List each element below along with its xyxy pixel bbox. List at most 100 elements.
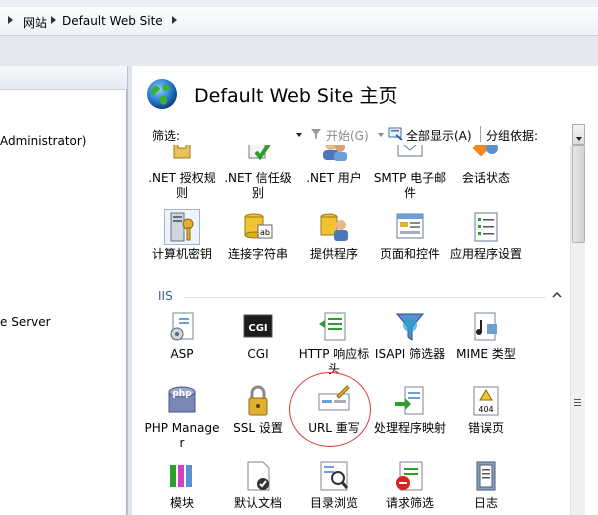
app-settings-icon	[474, 212, 498, 242]
isapi-filters-icon	[395, 313, 425, 341]
feature-item-machine-key[interactable]: 计算机密钥	[144, 209, 220, 262]
show-all-icon[interactable]	[388, 127, 404, 141]
error-code-text: 404	[478, 405, 494, 414]
feature-item-connection-strings[interactable]: ab 连接字符串	[220, 210, 296, 262]
svg-text:ab: ab	[260, 228, 270, 237]
net-users-icon	[323, 145, 347, 161]
window-title-bar	[0, 0, 598, 7]
feature-label: CGI	[247, 347, 269, 361]
feature-label: SMTP 电子邮件	[373, 171, 447, 200]
connection-strings-icon: ab	[244, 213, 273, 239]
feature-label: 错误页	[467, 421, 504, 435]
feature-item-ssl-settings[interactable]: SSL 设置	[220, 384, 296, 436]
feature-label: 计算机密钥	[151, 247, 212, 261]
breadcrumb-item-default-web-site[interactable]: Default Web Site	[62, 14, 163, 28]
feature-item-modules[interactable]: 模块	[144, 459, 220, 511]
feature-item-app-settings[interactable]: 应用程序设置	[448, 210, 524, 262]
feature-label: .NET 用户	[306, 171, 362, 185]
funnel-icon[interactable]	[310, 128, 322, 140]
connections-toolbar	[0, 66, 127, 90]
feature-item-isapi-filters[interactable]: ISAPI 筛选器	[372, 310, 448, 362]
http-response-headers-icon	[319, 312, 346, 341]
feature-label: 页面和控件	[379, 247, 440, 261]
feature-label: 应用程序设置	[449, 247, 522, 261]
feature-item-handler-mappings[interactable]: 处理程序映射	[372, 384, 448, 436]
scrollbar-grip-icon	[574, 399, 581, 406]
feature-label: .NET 信任级别	[224, 171, 292, 200]
feature-label: ISAPI 筛选器	[374, 347, 446, 361]
asp-icon	[170, 312, 194, 341]
feature-item-default-document[interactable]: 默认文档	[220, 459, 296, 511]
feature-label: SSL 设置	[233, 421, 283, 435]
filter-dropdown-icon[interactable]	[296, 133, 302, 137]
modules-icon	[170, 465, 192, 487]
start-filter-button[interactable]: 开始(G)	[326, 127, 369, 144]
feature-item-http-response-headers[interactable]: HTTP 响应标头	[296, 310, 372, 377]
feature-label: 会话状态	[461, 171, 510, 185]
feature-item-directory-browsing[interactable]: 目录浏览	[296, 459, 372, 511]
highlight-annotation	[289, 372, 371, 447]
smtp-email-icon	[397, 145, 423, 157]
pane-header-gap	[0, 36, 598, 66]
feature-item-net-authorization[interactable]: .NET 授权规则	[144, 145, 220, 201]
breadcrumb-item-sites[interactable]: 网站	[23, 14, 47, 31]
chevron-up-icon[interactable]	[552, 290, 562, 300]
pages-controls-icon	[396, 213, 424, 239]
connections-pane: Administrator) e Server	[0, 66, 127, 515]
breadcrumb-separator-icon	[8, 16, 13, 24]
features-view: Default Web Site 主页 筛选: 开始(G) 全部显示(A) 分组…	[132, 66, 598, 515]
feature-item-net-trust[interactable]: .NET 信任级别	[220, 145, 296, 201]
feature-item-error-pages[interactable]: 404 错误页	[448, 384, 524, 436]
feature-label: 目录浏览	[309, 496, 358, 510]
toolbar-separator	[480, 126, 481, 142]
feature-item-logging[interactable]: 日志	[448, 459, 524, 511]
feature-label: 模块	[169, 496, 194, 510]
section-header-iis: IIS	[158, 289, 173, 303]
tree-node-server-2[interactable]: e Server	[0, 315, 51, 329]
feature-item-pages-controls[interactable]: 页面和控件	[372, 210, 448, 262]
group-by-label: 分组依据:	[486, 129, 539, 143]
page-title: Default Web Site 主页	[194, 85, 398, 107]
feature-label: 处理程序映射	[373, 421, 446, 435]
feature-item-mime-types[interactable]: MIME 类型	[448, 310, 524, 362]
ssl-settings-icon	[248, 385, 268, 416]
logging-icon	[476, 461, 496, 491]
directory-browsing-icon	[320, 461, 349, 491]
breadcrumb-separator-icon	[51, 16, 56, 24]
feature-label: ASP	[170, 347, 194, 361]
handler-mappings-icon	[395, 386, 424, 415]
feature-label: 连接字符串	[227, 247, 288, 261]
start-dropdown-icon[interactable]	[378, 133, 384, 137]
chevron-down-icon	[576, 137, 582, 141]
filter-label: 筛选:	[152, 129, 181, 143]
feature-row-partial: .NET 授权规则 .NET 信任级别 .NET 用户 SMTP 电子邮件 会话…	[132, 145, 570, 205]
php-icon-text: php	[172, 389, 192, 399]
net-trust-icon	[248, 145, 271, 161]
features-scrollbar[interactable]	[570, 145, 585, 515]
request-filtering-icon	[396, 461, 423, 491]
feature-item-request-filtering[interactable]: 请求筛选	[372, 459, 448, 511]
feature-label: .NET 授权规则	[148, 171, 216, 200]
feature-item-net-users[interactable]: .NET 用户	[296, 145, 372, 186]
net-authorization-icon	[173, 145, 191, 159]
show-all-button[interactable]: 全部显示(A)	[406, 127, 472, 144]
feature-item-providers[interactable]: 提供程序	[296, 210, 372, 262]
feature-label: 日志	[473, 496, 498, 510]
feature-label: 请求筛选	[385, 496, 434, 510]
scrollbar-thumb[interactable]	[572, 145, 585, 243]
feature-item-asp[interactable]: ASP	[144, 310, 220, 362]
mime-types-icon	[474, 312, 497, 341]
feature-label: 默认文档	[233, 496, 282, 510]
globe-icon	[147, 79, 177, 109]
tree-node-server[interactable]: Administrator)	[0, 134, 86, 148]
machine-key-icon	[164, 209, 200, 245]
group-by-dropdown[interactable]	[572, 124, 585, 145]
feature-item-session-state[interactable]: 会话状态	[448, 145, 524, 186]
feature-item-smtp-email[interactable]: SMTP 电子邮件	[372, 145, 448, 201]
default-document-icon	[247, 461, 270, 491]
feature-item-php-manager[interactable]: php PHP Manager	[144, 384, 220, 451]
section-divider	[184, 297, 546, 298]
feature-item-cgi[interactable]: CGI CGI	[220, 310, 296, 362]
breadcrumb-separator-icon[interactable]	[172, 16, 177, 24]
cgi-icon-text: CGI	[248, 323, 268, 334]
